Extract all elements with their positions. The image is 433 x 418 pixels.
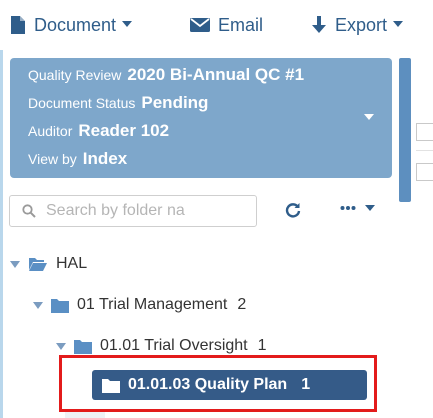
refresh-icon <box>285 203 301 218</box>
folder-open-icon <box>29 258 47 271</box>
tree-node-quality-plan[interactable]: 01.01.03 Quality Plan 1 <box>92 370 367 400</box>
chevron-down-icon[interactable] <box>364 114 374 120</box>
review-info-panel[interactable]: Quality Review 2020 Bi-Annual QC #1 Docu… <box>10 58 392 178</box>
row-checkbox[interactable] <box>416 163 433 181</box>
row-divider <box>416 150 433 151</box>
toolbar: Document Email Export <box>0 0 433 50</box>
search-icon <box>22 204 36 218</box>
chevron-down-icon <box>122 21 133 27</box>
quality-review-label: Quality Review <box>28 67 122 83</box>
view-by-label: View by <box>28 151 77 167</box>
auditor-label: Auditor <box>28 123 73 139</box>
tree-node-count: 1 <box>257 337 267 354</box>
arrow-down-icon <box>312 16 326 33</box>
expand-arrow-icon[interactable] <box>33 301 43 309</box>
quality-review-value: 2020 Bi-Annual QC #1 <box>127 65 305 84</box>
tree-node-count: 1 <box>301 376 311 393</box>
tree-node-trial-oversight[interactable]: 01.01 Trial Oversight 1 <box>56 332 267 360</box>
document-menu-button[interactable]: Document <box>10 11 133 39</box>
folder-search-input[interactable] <box>46 202 246 220</box>
expand-arrow-icon[interactable] <box>56 342 66 350</box>
tree-node-label: 01.01.03 Quality Plan <box>128 376 288 393</box>
document-icon <box>11 16 25 34</box>
document-status-row: Document Status Pending <box>28 93 392 121</box>
more-horizontal-icon <box>340 206 356 210</box>
tree-node-count: 2 <box>237 296 247 313</box>
export-menu-button[interactable]: Export <box>311 11 404 39</box>
email-label: Email <box>218 14 264 35</box>
folder-search-box <box>9 195 257 227</box>
auditor-row: Auditor Reader 102 <box>28 121 392 149</box>
document-status-value: Pending <box>141 93 209 112</box>
document-status-label: Document Status <box>28 95 136 111</box>
tree-node-label: HAL <box>56 255 88 272</box>
folder-icon <box>74 339 92 354</box>
row-checkbox[interactable] <box>416 123 433 141</box>
expand-arrow-icon[interactable] <box>10 260 20 268</box>
quality-review-row: Quality Review 2020 Bi-Annual QC #1 <box>28 65 392 93</box>
view-by-value: Index <box>82 149 128 168</box>
adjacent-pane <box>399 50 433 418</box>
tree-node-hal[interactable]: HAL <box>10 250 87 278</box>
tree-node-label: 01.01 Trial Oversight <box>100 337 248 354</box>
tree-node-label: 01 Trial Management <box>77 296 228 313</box>
auditor-value: Reader 102 <box>78 121 170 140</box>
chevron-down-icon <box>393 21 404 27</box>
envelope-icon <box>190 18 210 32</box>
document-menu-label: Document <box>34 14 117 35</box>
view-by-row: View by Index <box>28 149 392 177</box>
export-label: Export <box>335 14 388 35</box>
pane-splitter[interactable] <box>399 58 411 202</box>
folder-icon <box>102 378 120 393</box>
refresh-button[interactable] <box>285 202 301 218</box>
chevron-down-icon <box>365 205 375 211</box>
more-options-button[interactable] <box>340 205 375 211</box>
tree-node-trial-management[interactable]: 01 Trial Management 2 <box>33 291 246 319</box>
tree-node-partial <box>65 412 105 418</box>
folder-icon <box>51 298 69 313</box>
email-button[interactable]: Email <box>190 11 263 39</box>
